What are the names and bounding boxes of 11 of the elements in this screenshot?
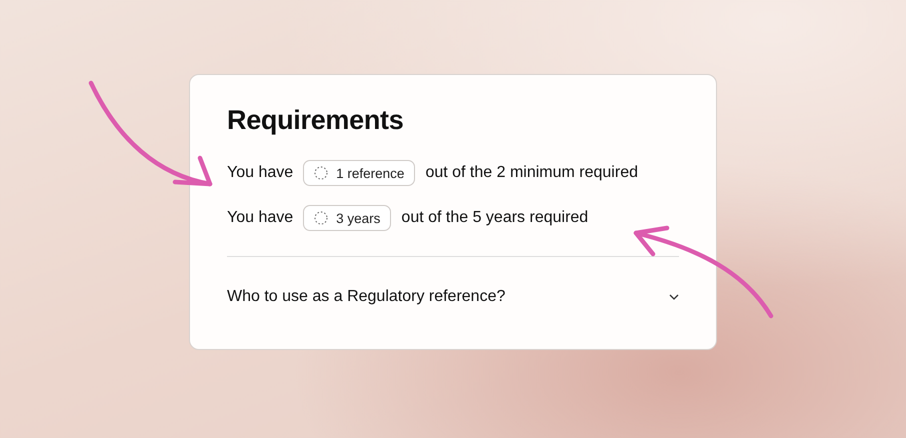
dashed-circle-icon <box>314 166 328 180</box>
card-title: Requirements <box>227 105 404 136</box>
requirement-text: out of the 2 minimum required <box>425 164 638 182</box>
requirement-text: You have <box>227 164 294 182</box>
accordion-header[interactable]: Who to use as a Regulatory reference? <box>227 257 679 337</box>
status-badge: 3 years <box>303 205 392 231</box>
chevron-down-icon <box>669 294 679 300</box>
requirement-text: out of the 5 years required <box>401 209 588 227</box>
dashed-circle-icon <box>314 211 328 225</box>
requirement-text: You have <box>227 209 294 227</box>
status-badge: 1 reference <box>303 160 416 186</box>
